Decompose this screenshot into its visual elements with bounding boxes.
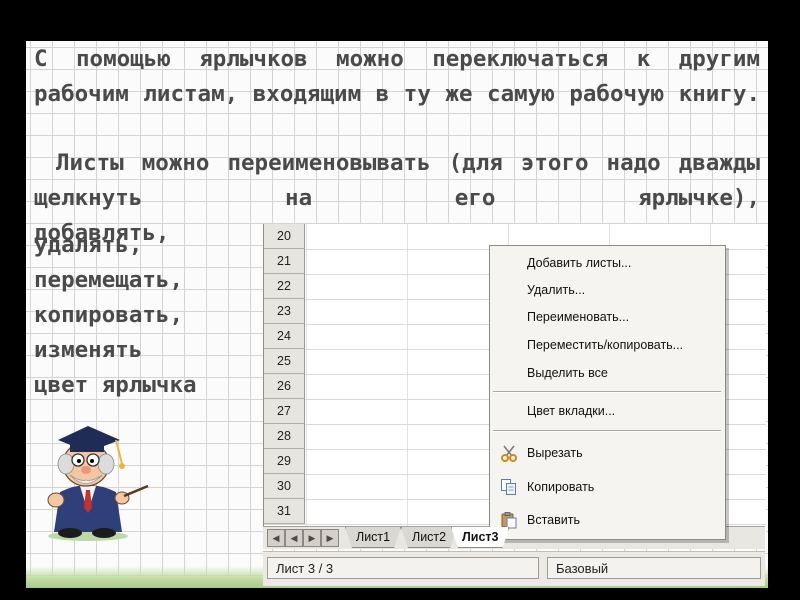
- menu-label-copy: Копировать: [527, 480, 595, 494]
- menu-label-move-copy: Переместить/копировать...: [527, 338, 684, 352]
- row-header[interactable]: 23: [264, 299, 305, 324]
- menu-separator: [493, 430, 721, 432]
- menu-item-tab-color[interactable]: Цвет вкладки...: [490, 398, 725, 424]
- intro-paragraph: С помощью ярлычков можно переключаться к…: [34, 46, 760, 107]
- status-sheet-count: Лист 3 / 3: [267, 557, 539, 579]
- action-change: изменять: [34, 337, 143, 363]
- row-header[interactable]: 31: [264, 499, 305, 524]
- menu-label-paste: Вставить: [527, 513, 580, 527]
- action-move: перемещать,: [34, 267, 184, 293]
- menu-label-tab-color: Цвет вкладки...: [527, 404, 616, 418]
- row-header[interactable]: 27: [264, 399, 305, 424]
- last-sheet-button[interactable]: ▶: [321, 529, 339, 547]
- row-header[interactable]: 28: [264, 424, 305, 449]
- row-header[interactable]: 20: [264, 224, 305, 249]
- row-header[interactable]: 25: [264, 349, 305, 374]
- paste-icon: [501, 512, 517, 529]
- action-delete: удалять,: [34, 232, 143, 258]
- menu-label-add-sheets: Добавить листы...: [527, 256, 632, 270]
- menu-item-cut[interactable]: Вырезать: [490, 440, 725, 466]
- menu-label-cut: Вырезать: [527, 446, 583, 460]
- row-header[interactable]: 29: [264, 449, 305, 474]
- actions-list: удалять, перемещать, копировать, изменят…: [34, 228, 197, 403]
- menu-label-delete: Удалить...: [527, 283, 586, 297]
- scissors-icon: [501, 445, 517, 462]
- menu-item-select-all[interactable]: Выделить все: [490, 360, 725, 386]
- menu-item-copy[interactable]: Копировать: [490, 474, 725, 500]
- action-tab-color: цвет ярлычка: [34, 372, 197, 398]
- action-copy: копировать,: [34, 302, 184, 328]
- sheet-tab-2[interactable]: Лист2: [401, 527, 457, 548]
- menu-separator: [493, 391, 721, 393]
- copy-icon: [501, 479, 516, 495]
- first-sheet-button[interactable]: ◀: [267, 529, 285, 547]
- rename-paragraph: Листы можно переименовывать (для этого н…: [34, 150, 760, 211]
- sheet-context-menu: Добавить листы... Удалить... Переименова…: [489, 245, 726, 540]
- menu-item-paste[interactable]: Вставить: [490, 507, 725, 533]
- menu-label-select-all: Выделить все: [527, 366, 608, 380]
- sheet-tab-1[interactable]: Лист1: [345, 527, 401, 548]
- status-page-style[interactable]: Базовый: [547, 557, 761, 579]
- sheet-tab-3[interactable]: Лист3: [451, 527, 509, 548]
- menu-label-rename: Переименовать...: [527, 310, 630, 324]
- row-header[interactable]: 24: [264, 324, 305, 349]
- professor-mascot-icon: [47, 426, 149, 541]
- row-header[interactable]: 22: [264, 274, 305, 299]
- row-header[interactable]: 30: [264, 474, 305, 499]
- menu-item-add-sheets[interactable]: Добавить листы...: [490, 250, 725, 276]
- next-sheet-button[interactable]: ▶: [303, 529, 321, 547]
- menu-item-delete[interactable]: Удалить...: [490, 277, 725, 303]
- row-header[interactable]: 21: [264, 249, 305, 274]
- previous-sheet-button[interactable]: ◀: [285, 529, 303, 547]
- status-bar: Лист 3 / 3 Базовый: [263, 551, 765, 586]
- menu-item-rename[interactable]: Переименовать...: [490, 304, 725, 330]
- row-header[interactable]: 26: [264, 374, 305, 399]
- menu-item-move-copy[interactable]: Переместить/копировать...: [490, 332, 725, 358]
